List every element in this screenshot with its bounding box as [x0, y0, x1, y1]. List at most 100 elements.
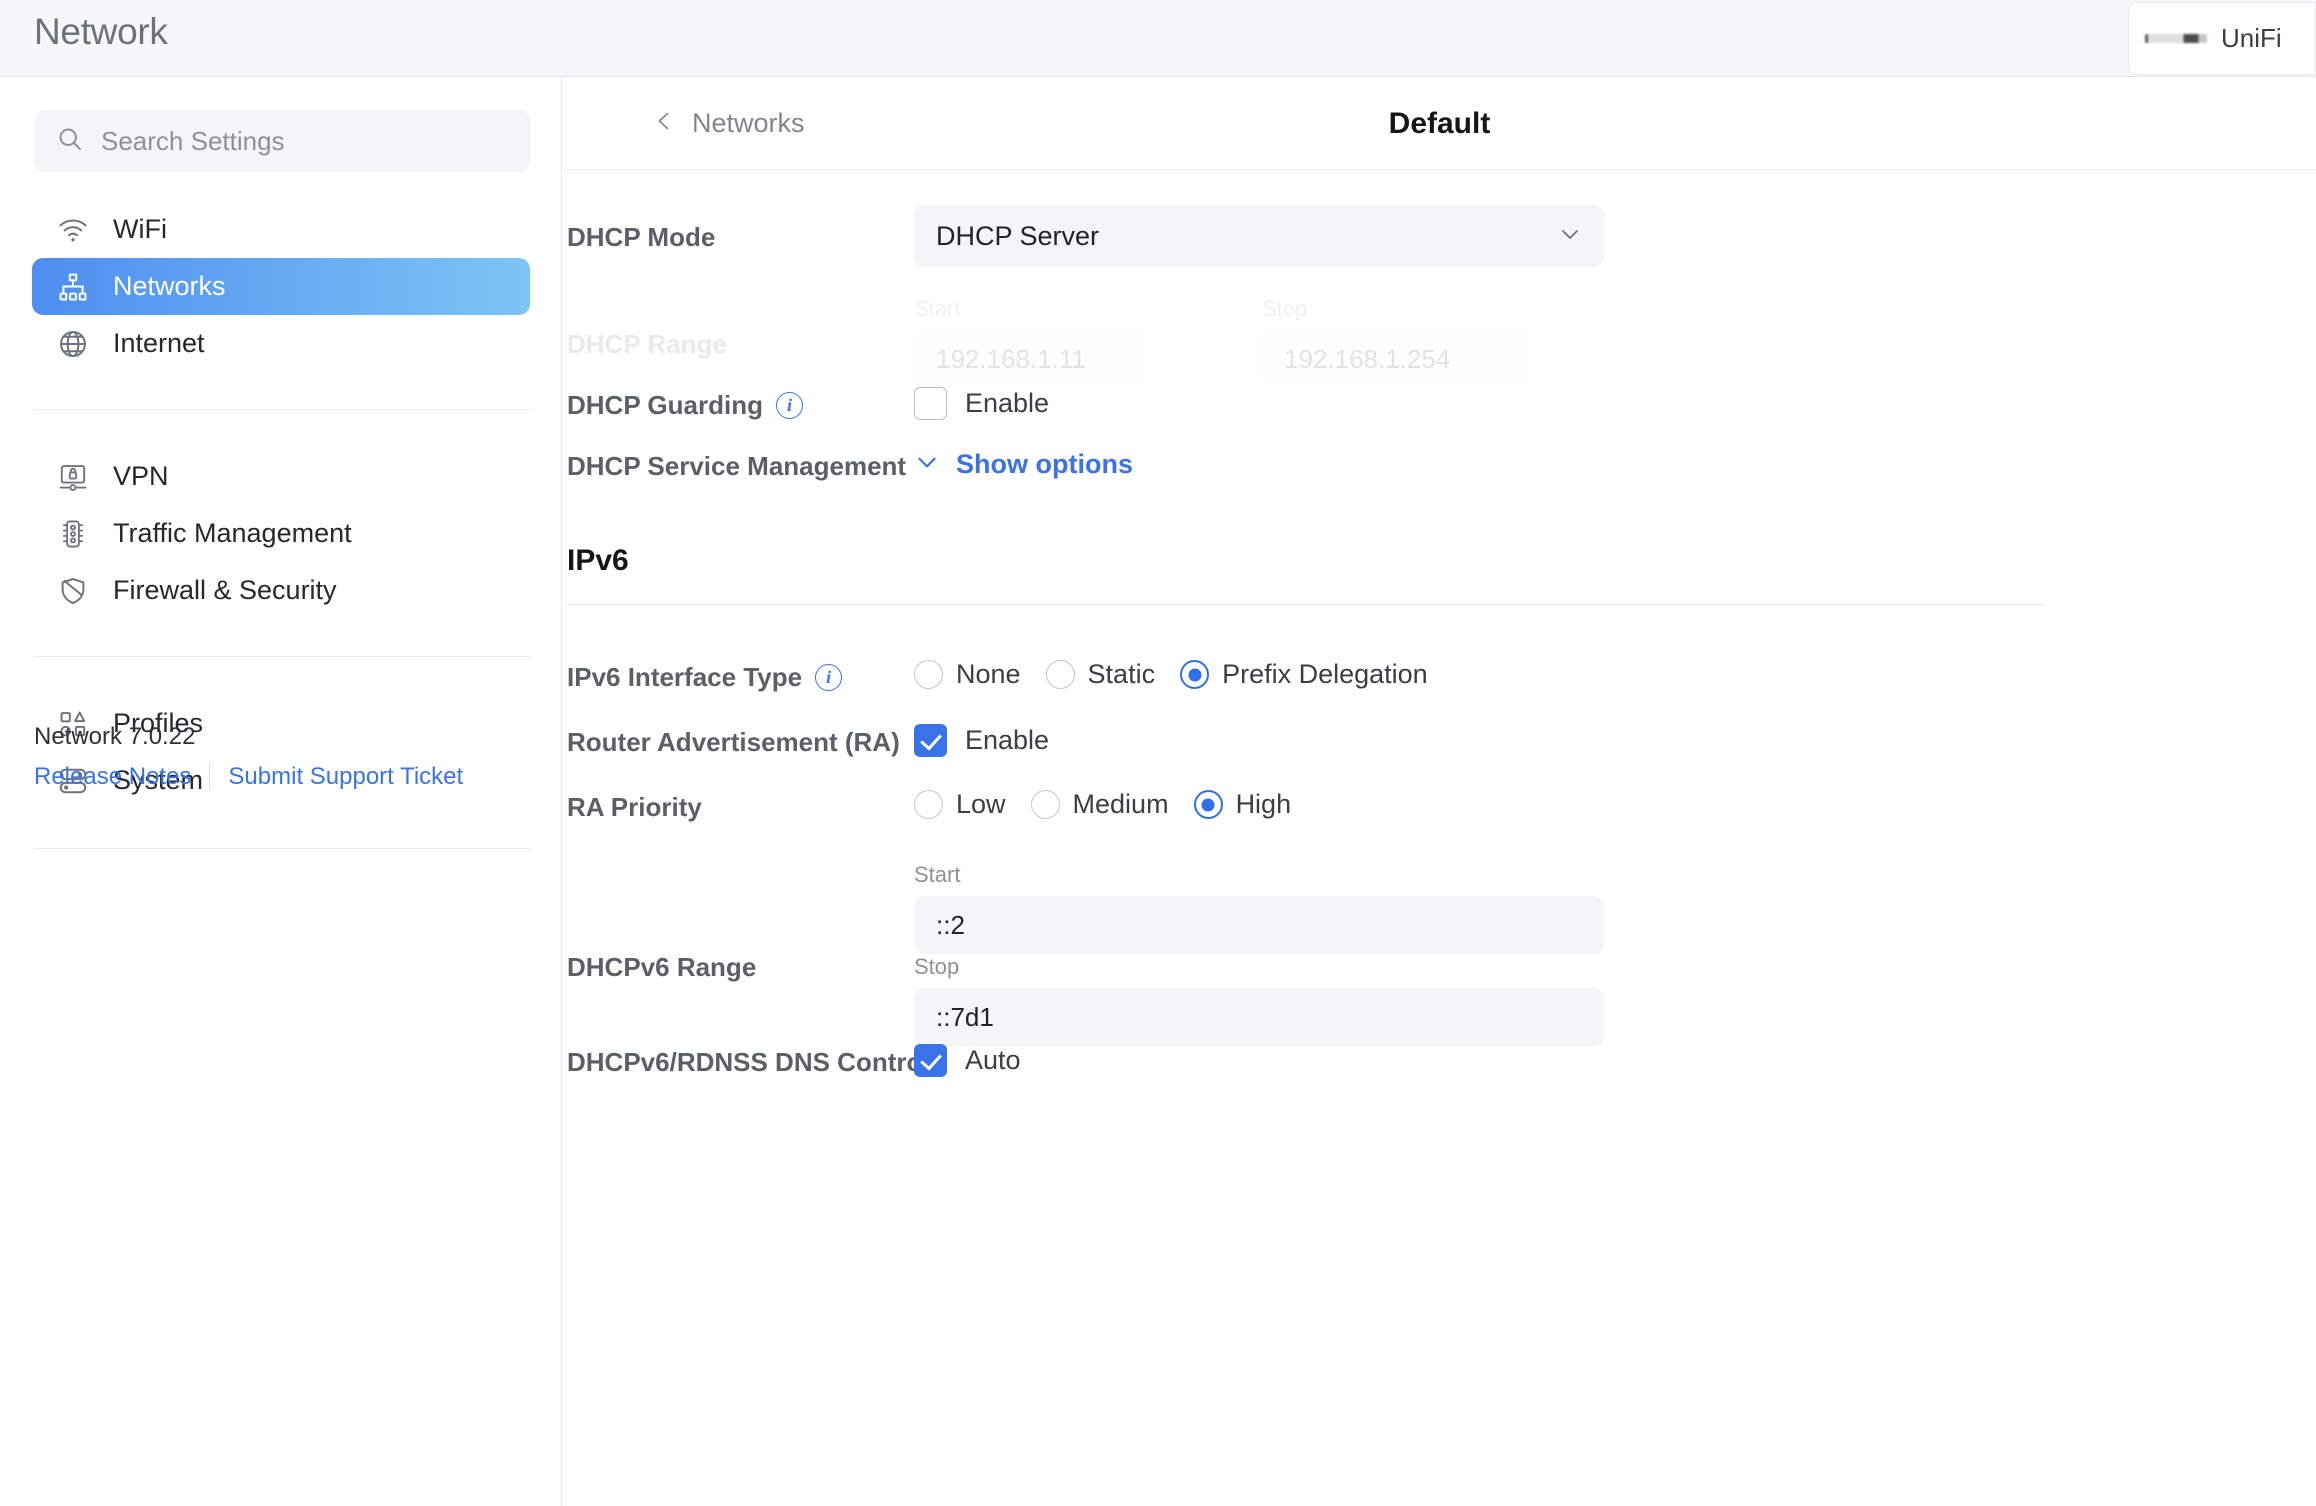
release-notes-link[interactable]: Release Notes — [34, 763, 191, 791]
console-name: UniFi — [2221, 23, 2282, 54]
sidebar-item-internet[interactable]: Internet — [32, 315, 530, 372]
app-title: Network — [34, 11, 168, 53]
nav-group-primary: WiFi Networks — [0, 201, 562, 372]
router-advertisement-control: Enable — [914, 724, 1049, 757]
dhcpv6-dns-control-checkbox-label: Auto — [965, 1045, 1021, 1076]
console-switcher[interactable]: UniFi — [2128, 2, 2316, 75]
dhcp-guarding-checkbox-label: Enable — [965, 388, 1049, 419]
search-input[interactable]: Search Settings — [34, 110, 530, 172]
dhcp-mode-label: DHCP Mode — [567, 222, 715, 253]
sidebar-divider-1 — [34, 409, 530, 410]
nav-group-management: Profiles System — [0, 695, 562, 809]
ipv6-section-heading: IPv6 — [567, 544, 629, 578]
radio-label: None — [956, 659, 1021, 690]
radio-label: Prefix Delegation — [1222, 659, 1428, 690]
ipv6-interface-type-label: IPv6 Interface Type i — [567, 662, 842, 693]
radio-ra-low[interactable]: Low — [914, 789, 1006, 820]
networks-icon — [56, 270, 90, 304]
ra-priority-control: Low Medium High — [914, 789, 1291, 820]
dhcp-range-stop-input[interactable]: 192.168.1.254 — [1262, 330, 1592, 388]
radio-ipv6-static[interactable]: Static — [1046, 659, 1156, 690]
dhcp-guarding-control: Enable — [914, 387, 1049, 420]
version-label: Network 7.0.22 — [34, 723, 195, 751]
radio-dot-icon — [1046, 660, 1075, 689]
sidebar-item-wifi[interactable]: WiFi — [32, 201, 530, 258]
radio-label: Static — [1088, 659, 1156, 690]
row-ipv6-interface-type: IPv6 Interface Type i None Static Prefi — [563, 653, 2316, 703]
dhcp-range-stop-label: Stop — [1262, 296, 1592, 322]
show-options-label: Show options — [956, 449, 1133, 480]
sidebar-item-traffic-management[interactable]: Traffic Management — [32, 505, 530, 562]
radio-ra-medium[interactable]: Medium — [1031, 789, 1169, 820]
ipv6-section-divider — [567, 604, 2045, 605]
dhcpv6-dns-control-label: DHCPv6/RDNSS DNS Control — [567, 1047, 930, 1078]
dhcp-service-management-control: Show options — [914, 449, 1133, 480]
radio-dot-icon — [914, 790, 943, 819]
dhcpv6-range-start-input[interactable]: ::2 — [914, 896, 1604, 954]
row-router-advertisement: Router Advertisement (RA) Enable — [563, 718, 2316, 768]
row-dhcp-guarding: DHCP Guarding i Enable — [563, 381, 2316, 431]
globe-icon — [56, 327, 90, 361]
show-options-button[interactable]: Show options — [914, 449, 1133, 480]
top-bar: Network UniFi — [0, 0, 2316, 77]
row-dhcp-service-management: DHCP Service Management Show options — [563, 442, 2316, 492]
ipv6-interface-type-radios: None Static Prefix Delegation — [914, 659, 1428, 690]
ra-priority-radios: Low Medium High — [914, 789, 1291, 820]
row-ra-priority: RA Priority Low Medium High — [563, 783, 2316, 833]
dhcp-service-management-label: DHCP Service Management — [567, 451, 906, 482]
dhcpv6-range-label: DHCPv6 Range — [567, 952, 756, 983]
dhcp-guarding-checkbox[interactable]: Enable — [914, 387, 1049, 420]
sidebar-footer-links: Release Notes Submit Support Ticket — [34, 763, 463, 791]
dhcp-range-label: DHCP Range — [567, 329, 727, 360]
dhcp-range-stop-group: Stop 192.168.1.254 — [1262, 296, 1592, 388]
info-icon[interactable]: i — [815, 664, 842, 691]
radio-dot-icon — [914, 660, 943, 689]
radio-label: Low — [956, 789, 1006, 820]
checkbox-checked-icon — [914, 724, 947, 757]
back-to-networks-button[interactable]: Networks — [652, 77, 805, 170]
sidebar-item-networks[interactable]: Networks — [32, 258, 530, 315]
dhcpv6-dns-control-checkbox[interactable]: Auto — [914, 1044, 1021, 1077]
radio-ipv6-none[interactable]: None — [914, 659, 1021, 690]
sidebar: Search Settings WiFi — [0, 77, 562, 1506]
dhcp-range-start-input[interactable]: 192.168.1.11 — [914, 330, 1244, 388]
dhcpv6-range-start-group: Start ::2 — [914, 862, 1604, 954]
sidebar-item-label: WiFi — [113, 214, 167, 245]
dhcp-range-start-label: Start — [914, 296, 1244, 322]
back-label: Networks — [692, 108, 805, 139]
dhcp-guarding-label: DHCP Guarding i — [567, 390, 803, 421]
row-dhcp-mode: DHCP Mode DHCP Server — [563, 205, 2316, 267]
radio-ipv6-prefix-delegation[interactable]: Prefix Delegation — [1180, 659, 1428, 690]
checkbox-box-icon — [914, 387, 947, 420]
sidebar-item-label: Traffic Management — [113, 518, 352, 549]
radio-dot-selected-icon — [1180, 660, 1209, 689]
dhcp-mode-select[interactable]: DHCP Server — [914, 205, 1604, 267]
sidebar-item-label: VPN — [113, 461, 169, 492]
radio-label: Medium — [1073, 789, 1169, 820]
submit-support-ticket-link[interactable]: Submit Support Ticket — [228, 763, 463, 791]
chevron-left-icon — [652, 107, 676, 140]
router-advertisement-checkbox[interactable]: Enable — [914, 724, 1049, 757]
radio-ra-high[interactable]: High — [1194, 789, 1292, 820]
dhcp-mode-control: DHCP Server — [914, 205, 1604, 267]
search-placeholder: Search Settings — [101, 126, 285, 157]
row-dhcpv6-range: DHCPv6 Range Start ::2 Stop ::7d1 — [563, 862, 2316, 1062]
wifi-icon — [56, 213, 90, 247]
main-header: Networks Default — [563, 77, 2316, 170]
dhcpv6-range-start-label: Start — [914, 862, 1604, 888]
dhcp-guarding-label-text: DHCP Guarding — [567, 390, 763, 421]
nav-group-services: VPN Traffic Management — [0, 448, 562, 619]
sidebar-item-firewall-security[interactable]: Firewall & Security — [32, 562, 530, 619]
ipv6-interface-type-control: None Static Prefix Delegation — [914, 659, 1428, 690]
radio-dot-icon — [1031, 790, 1060, 819]
shield-icon — [56, 574, 90, 608]
sidebar-item-vpn[interactable]: VPN — [32, 448, 530, 505]
sidebar-item-label: Networks — [113, 271, 226, 302]
info-icon[interactable]: i — [776, 392, 803, 419]
chevron-down-icon — [1558, 222, 1582, 251]
row-dhcpv6-dns-control: DHCPv6/RDNSS DNS Control Auto — [563, 1038, 2316, 1088]
main-content: Networks Default DHCP Mode DHCP Server D — [563, 77, 2316, 1506]
dhcpv6-dns-control-control: Auto — [914, 1044, 1021, 1077]
device-thumbnail-icon — [2145, 34, 2207, 43]
dhcpv6-range-stop-label: Stop — [914, 954, 1604, 980]
